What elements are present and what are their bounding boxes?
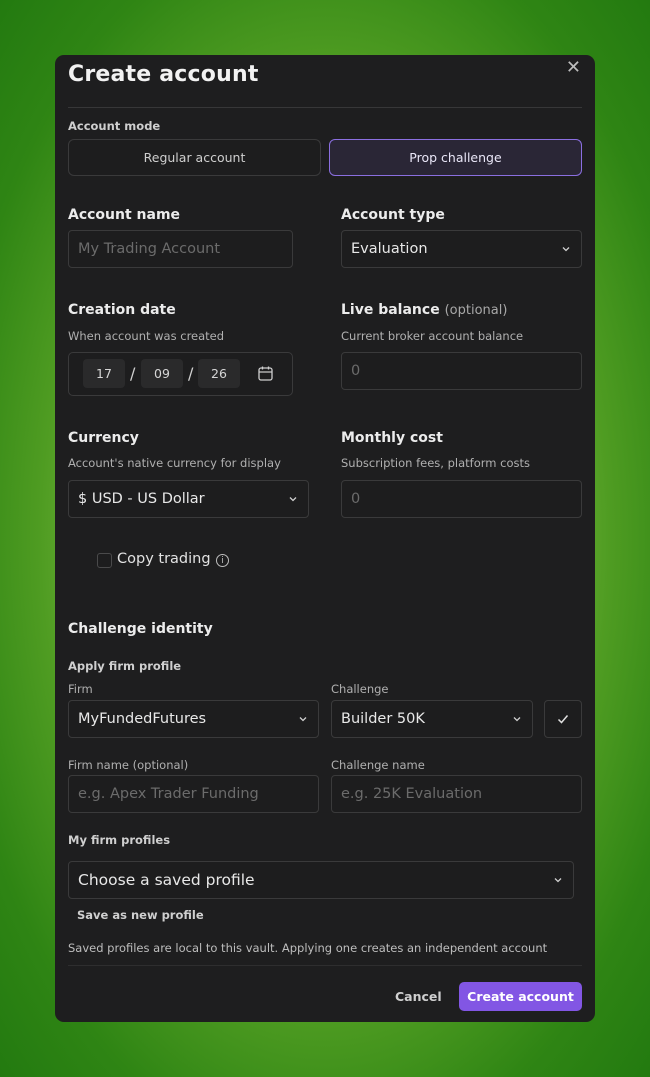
currency-label: Currency: [68, 430, 139, 446]
dialog-title: Create account: [68, 62, 259, 87]
apply-firm-profile-label: Apply firm profile: [68, 659, 182, 673]
create-account-dialog: Create account ✕ Account mode Regular ac…: [55, 55, 595, 1022]
date-year-input[interactable]: 26: [198, 359, 240, 388]
live-balance-hint: Current broker account balance: [341, 329, 524, 343]
account-name-label: Account name: [68, 207, 181, 223]
creation-date-hint: When account was created: [68, 329, 225, 343]
profiles-note: Saved profiles are local to this vault. …: [68, 941, 548, 960]
header-divider: [68, 107, 582, 108]
account-type-value: Evaluation: [351, 241, 428, 257]
save-as-new-profile-button[interactable]: Save as new profile: [77, 908, 204, 922]
account-name-input[interactable]: My Trading Account: [68, 230, 293, 268]
chevron-down-icon: [554, 878, 562, 883]
footer-divider: [68, 965, 582, 966]
currency-value: $ USD - US Dollar: [78, 491, 205, 507]
firm-label: Firm: [68, 682, 93, 696]
calendar-icon[interactable]: [257, 365, 274, 382]
firm-value: MyFundedFutures: [78, 711, 207, 727]
profiles-note-clip: Saved profiles are local to this vault. …: [68, 939, 582, 960]
chevron-down-icon: [289, 497, 297, 502]
currency-select[interactable]: $ USD - US Dollar: [68, 480, 309, 518]
check-icon: [557, 715, 569, 724]
create-account-button[interactable]: Create account: [459, 982, 582, 1011]
cancel-button[interactable]: Cancel: [395, 989, 442, 1004]
chevron-down-icon: [513, 717, 521, 722]
regular-account-button[interactable]: Regular account: [68, 139, 321, 176]
live-balance-label: Live balance (optional): [341, 302, 507, 318]
date-separator: /: [130, 364, 136, 383]
monthly-cost-label: Monthly cost: [341, 430, 443, 446]
chevron-down-icon: [299, 717, 307, 722]
optional-tag: (optional): [444, 303, 508, 318]
account-type-select[interactable]: Evaluation: [341, 230, 582, 268]
challenge-value: Builder 50K: [341, 711, 425, 727]
my-firm-profiles-label: My firm profiles: [68, 833, 171, 847]
chevron-down-icon: [562, 247, 570, 252]
challenge-name-label: Challenge name: [331, 758, 425, 772]
date-day-input[interactable]: 17: [83, 359, 125, 388]
close-icon[interactable]: ✕: [566, 57, 581, 78]
monthly-cost-input[interactable]: 0: [341, 480, 582, 518]
firm-select[interactable]: MyFundedFutures: [68, 700, 319, 738]
date-month-input[interactable]: 09: [141, 359, 183, 388]
copy-trading-checkbox[interactable]: [97, 553, 112, 568]
account-mode-label: Account mode: [68, 119, 161, 133]
firm-name-input[interactable]: e.g. Apex Trader Funding: [68, 775, 319, 813]
saved-profile-select[interactable]: Choose a saved profile: [68, 861, 574, 899]
info-icon[interactable]: i: [216, 554, 229, 567]
currency-hint: Account's native currency for display: [68, 456, 281, 470]
date-separator: /: [188, 364, 194, 383]
copy-trading-label: Copy trading: [117, 551, 211, 567]
account-type-label: Account type: [341, 207, 445, 223]
live-balance-input[interactable]: 0: [341, 352, 582, 390]
apply-profile-button[interactable]: [544, 700, 582, 738]
challenge-identity-heading: Challenge identity: [68, 621, 213, 637]
challenge-select[interactable]: Builder 50K: [331, 700, 533, 738]
live-balance-label-text: Live balance: [341, 302, 440, 318]
prop-challenge-button[interactable]: Prop challenge: [329, 139, 582, 176]
challenge-label: Challenge: [331, 682, 389, 696]
firm-name-label: Firm name (optional): [68, 758, 189, 772]
challenge-name-input[interactable]: e.g. 25K Evaluation: [331, 775, 582, 813]
saved-profile-value: Choose a saved profile: [78, 871, 255, 889]
monthly-cost-hint: Subscription fees, platform costs: [341, 456, 530, 470]
creation-date-label: Creation date: [68, 302, 176, 318]
creation-date-field: 17 / 09 / 26: [68, 352, 293, 396]
